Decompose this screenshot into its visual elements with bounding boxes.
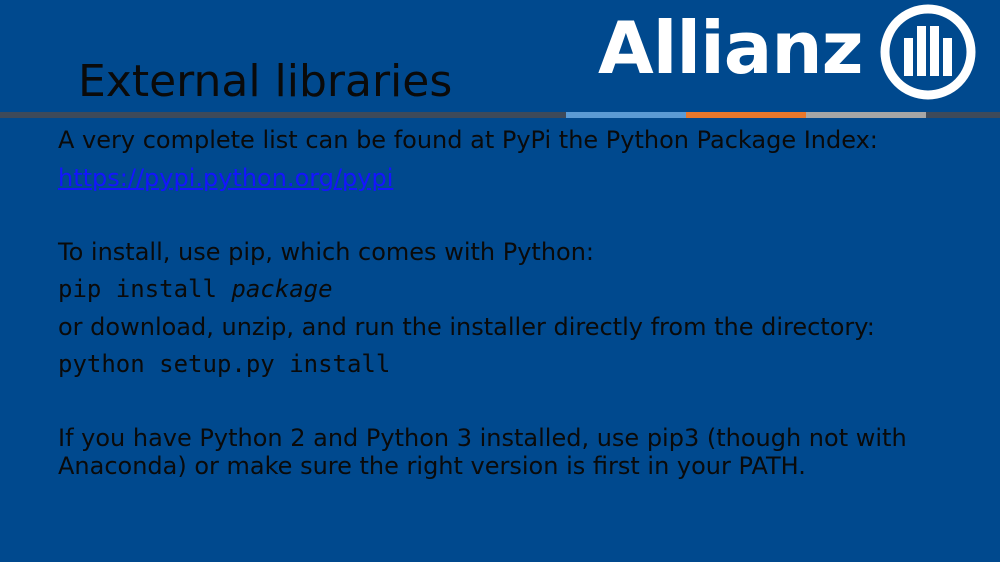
body-line-download: or download, unzip, and run the installe… <box>58 313 875 341</box>
allianz-eagle-icon <box>880 4 976 100</box>
slide-title: External libraries <box>78 56 453 107</box>
body-para-python-versions: If you have Python 2 and Python 3 instal… <box>58 424 907 480</box>
accent-bar-gray <box>806 112 926 118</box>
pypi-link[interactable]: https://pypi.python.org/pypi <box>58 164 393 192</box>
allianz-logo: Allianz <box>598 2 988 102</box>
accent-bar-orange <box>686 112 806 118</box>
body-line-pypi: A very complete list can be found at PyP… <box>58 126 878 154</box>
code-setup-install: python setup.py install <box>58 350 391 378</box>
code-pip-argument: package <box>231 275 333 303</box>
slide: External libraries Allianz A very comple… <box>0 0 1000 562</box>
logo-wordmark: Allianz <box>598 6 864 90</box>
body-line-install: To install, use pip, which comes with Py… <box>58 238 595 266</box>
code-pip-command: pip install <box>58 275 232 303</box>
accent-bar-blue <box>566 112 686 118</box>
code-pip-install: pip install package <box>58 275 333 303</box>
